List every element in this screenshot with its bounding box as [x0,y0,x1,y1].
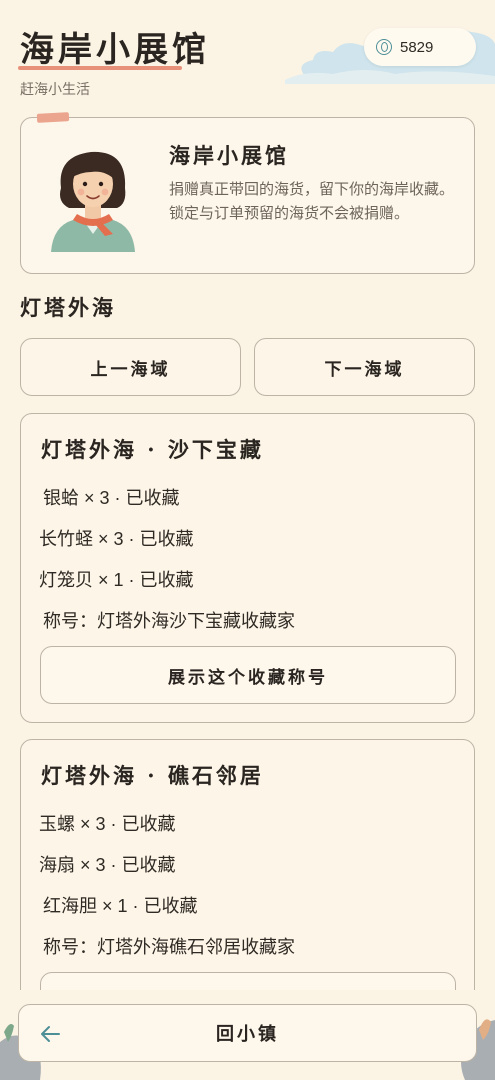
collection-title: 灯塔外海 · 沙下宝藏 [41,437,264,462]
back-to-town-button[interactable]: 回小镇 [18,1004,477,1062]
prev-area-button[interactable]: 上一海域 [20,338,241,396]
back-to-town-label: 回小镇 [216,1024,279,1045]
collection-item: 海扇 × 3 · 已收藏 [39,855,176,875]
coin-balance: 5829 [364,28,476,66]
collection-item: 灯笼贝 × 1 · 已收藏 [39,570,194,590]
show-title-button[interactable]: 展示这个收藏称号 [40,646,456,704]
title-underline [18,66,182,70]
coin-icon [376,39,392,55]
next-area-button[interactable]: 下一海域 [254,338,475,396]
collection-title: 灯塔外海 · 礁石邻居 [41,763,264,788]
tape-decoration [36,112,70,123]
collection-honor: 称号：灯塔外海沙下宝藏收藏家 [43,611,295,631]
intro-description: 捐赠真正带回的海货，留下你的海岸收藏。锁定与订单预留的海货不会被捐赠。 [169,181,455,222]
collection-item: 玉螺 × 3 · 已收藏 [39,814,176,834]
collection-item: 长竹蛏 × 3 · 已收藏 [39,529,194,549]
app-subtitle: 赶海小生活 [20,81,90,97]
collection-honor: 称号：灯塔外海礁石邻居收藏家 [43,937,295,957]
section-title: 灯塔外海 [20,295,116,320]
avatar [51,151,135,252]
arrow-left-icon [41,1026,60,1042]
intro-title: 海岸小展馆 [169,143,289,168]
collection-card: 灯塔外海 · 沙下宝藏 银蛤 × 3 · 已收藏 长竹蛏 × 3 · 已收藏 灯… [20,413,475,723]
intro-card: 海岸小展馆 捐赠真正带回的海货，留下你的海岸收藏。锁定与订单预留的海货不会被捐赠… [20,112,475,274]
coin-count: 5829 [400,38,434,56]
collection-item: 银蛤 × 3 · 已收藏 [43,488,180,508]
app-title: 海岸小展馆 [20,30,210,70]
collection-item: 红海胆 × 1 · 已收藏 [43,896,198,916]
